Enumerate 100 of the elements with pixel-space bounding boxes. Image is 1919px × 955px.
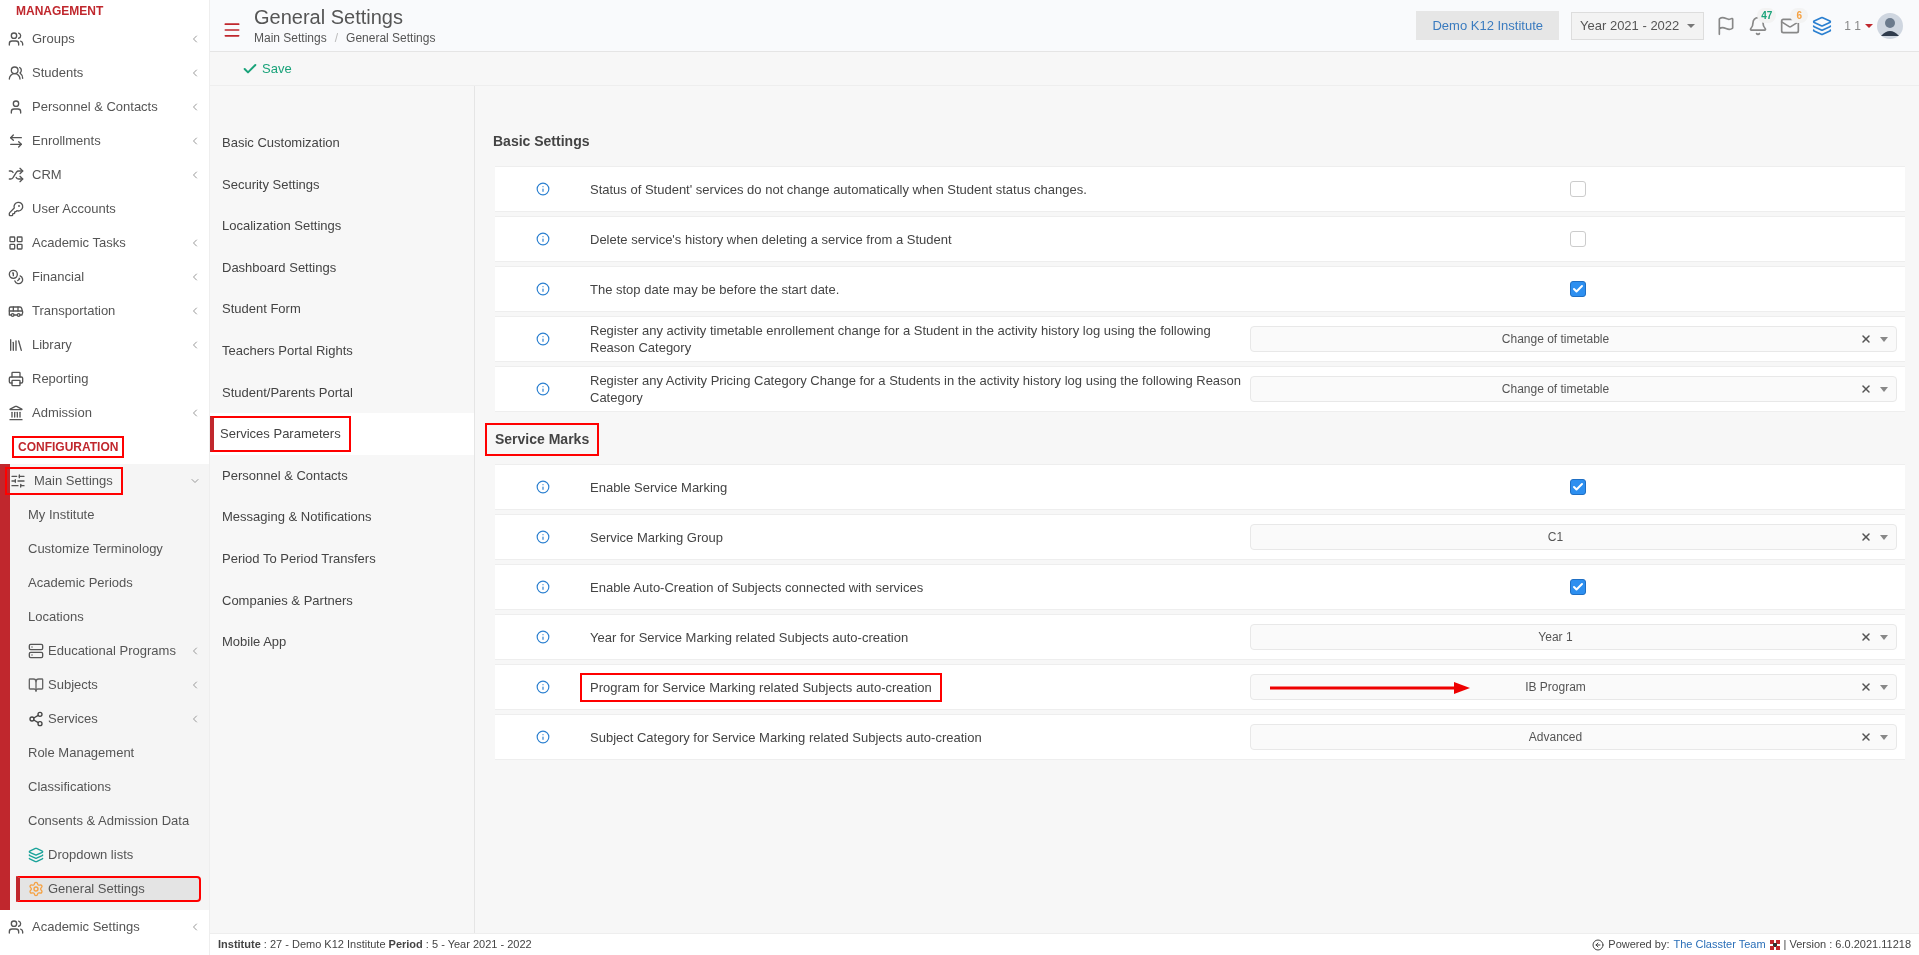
- submenu-item[interactable]: General Settings: [16, 876, 201, 902]
- clear-icon[interactable]: [1860, 681, 1872, 693]
- select-field[interactable]: Change of timetable: [1250, 376, 1897, 402]
- sidebar-item[interactable]: Enrollments: [8, 127, 101, 155]
- item-icon: [10, 473, 26, 489]
- submenu-item[interactable]: Dropdown lists: [16, 842, 134, 868]
- info-icon[interactable]: [535, 680, 550, 694]
- sidebar-item[interactable]: Personnel & Contacts: [8, 93, 158, 121]
- clear-icon[interactable]: [1860, 631, 1872, 643]
- setting-label: Service Marking Group: [590, 528, 723, 546]
- page-title: General Settings: [254, 4, 404, 29]
- version-label: | Version : 6.0.2021.11218: [1783, 937, 1911, 953]
- submenu-item[interactable]: Academic Periods: [16, 570, 133, 596]
- caret-icon: [1865, 23, 1873, 28]
- select-field[interactable]: C1: [1250, 524, 1897, 550]
- info-icon[interactable]: [535, 580, 550, 594]
- setting-label: The stop date may be before the start date.: [590, 280, 840, 298]
- section-title: CONFIGURATION: [12, 436, 125, 458]
- info-icon[interactable]: [535, 382, 550, 396]
- breadcrumb-item: General Settings: [346, 29, 436, 47]
- item-icon: [8, 303, 24, 319]
- info-icon[interactable]: [535, 182, 550, 196]
- info-icon[interactable]: [535, 232, 550, 246]
- select-field[interactable]: Advanced: [1250, 724, 1897, 750]
- team-link[interactable]: The Classter Team: [1673, 936, 1766, 953]
- checkbox[interactable]: [1569, 579, 1586, 595]
- info-icon[interactable]: [535, 332, 550, 346]
- setting-label: Register any activity timetable enrollement change for a Student in the activity history log using the following Reason Category: [590, 322, 1212, 356]
- clear-icon[interactable]: [1860, 731, 1872, 743]
- submenu-item[interactable]: Services: [16, 706, 98, 732]
- check-icon: [1571, 581, 1584, 593]
- submenu-item[interactable]: Educational Programs: [16, 638, 176, 664]
- settings-nav-item[interactable]: Period To Period Transfers: [212, 540, 386, 577]
- settings-nav-item[interactable]: Messaging & Notifications: [212, 499, 382, 536]
- breadcrumb-separator: /: [334, 29, 339, 47]
- sidebar-item[interactable]: CRM: [8, 161, 62, 189]
- settings-nav-item[interactable]: Localization Settings: [212, 208, 352, 244]
- sidebar-item[interactable]: Academic Tasks: [8, 229, 126, 257]
- sidebar-item[interactable]: User Accounts: [8, 195, 116, 223]
- sidebar-item[interactable]: Financial: [8, 263, 85, 291]
- settings-nav-item[interactable]: Student/Parents Portal: [212, 374, 363, 411]
- year-dropdown[interactable]: Year 2021 - 2022: [1571, 11, 1705, 40]
- count-badge: 47: [1757, 7, 1777, 23]
- caret-icon: [1880, 734, 1888, 740]
- clear-icon[interactable]: [1860, 333, 1872, 345]
- breadcrumb-item[interactable]: Main Settings: [254, 28, 327, 47]
- submenu-item[interactable]: Classifications: [16, 774, 112, 800]
- item-icon: [28, 847, 44, 863]
- item-icon: [8, 235, 24, 251]
- clear-icon[interactable]: [1860, 531, 1872, 543]
- sidebar-item[interactable]: Groups: [8, 25, 75, 53]
- settings-nav-item[interactable]: Teachers Portal Rights: [212, 332, 363, 369]
- setting-label: Year for Service Marking related Subjects auto-creation: [590, 628, 909, 646]
- info-icon[interactable]: [535, 530, 550, 544]
- settings-nav-item[interactable]: Mobile App: [212, 623, 297, 660]
- select-field[interactable]: Year 1: [1250, 624, 1897, 650]
- select-field[interactable]: IB Program: [1250, 674, 1897, 700]
- item-icon: [28, 711, 44, 727]
- select-field[interactable]: Change of timetable: [1250, 326, 1897, 352]
- item-icon: [8, 919, 24, 935]
- group-heading: Service Marks: [485, 422, 600, 456]
- settings-nav-item[interactable]: Basic Customization: [212, 124, 350, 161]
- caret-icon: [1880, 534, 1888, 540]
- footer-info: Institute : 27 - Demo K12 Institute Period : 5 - Year 2021 - 2022: [218, 937, 532, 953]
- sidebar-item[interactable]: Main Settings: [5, 467, 123, 495]
- submenu-item[interactable]: My Institute: [16, 502, 95, 528]
- info-icon[interactable]: [535, 282, 550, 296]
- submenu-item[interactable]: Locations: [16, 604, 84, 630]
- settings-nav-item[interactable]: Personnel & Contacts: [212, 457, 358, 494]
- submenu-item[interactable]: Consents & Admission Data: [16, 808, 190, 834]
- item-icon: [8, 31, 24, 47]
- sidebar-item[interactable]: Students: [8, 59, 84, 87]
- settings-nav-item[interactable]: Companies & Partners: [212, 582, 363, 619]
- checkbox[interactable]: [1569, 479, 1586, 495]
- section-title: MANAGEMENT: [15, 3, 105, 20]
- submenu-item[interactable]: Subjects: [16, 672, 98, 698]
- sidebar-item[interactable]: Library: [8, 331, 72, 359]
- item-icon: [8, 201, 24, 217]
- clear-icon[interactable]: [1860, 383, 1872, 395]
- flag-icon[interactable]: [1716, 15, 1737, 36]
- checkbox[interactable]: [1569, 281, 1586, 297]
- caret-icon: [1880, 386, 1888, 392]
- submenu-item[interactable]: Role Management: [16, 740, 135, 766]
- info-icon[interactable]: [535, 630, 550, 644]
- settings-nav-item[interactable]: Dashboard Settings: [212, 249, 347, 286]
- avatar[interactable]: [1877, 12, 1903, 39]
- setting-label: Subject Category for Service Marking related Subjects auto-creation: [590, 728, 982, 746]
- info-icon[interactable]: [535, 730, 550, 744]
- sidebar-item[interactable]: Admission: [8, 399, 92, 427]
- settings-nav-item[interactable]: Services Parameters: [210, 415, 351, 452]
- item-icon: [8, 167, 24, 183]
- submenu-item[interactable]: Customize Terminology: [16, 536, 163, 562]
- institute-button[interactable]: Demo K12 Institute: [1416, 11, 1560, 40]
- settings-nav-item[interactable]: Security Settings: [212, 166, 330, 203]
- info-icon[interactable]: [535, 480, 550, 494]
- sidebar-item[interactable]: Reporting: [8, 365, 89, 393]
- setting-label: Register any Activity Pricing Category Change for a Students in the activity history log using the following Reason Category: [590, 372, 1243, 406]
- sidebar-item[interactable]: Transportation: [8, 297, 116, 325]
- sidebar-item[interactable]: Academic Settings: [8, 913, 140, 941]
- settings-nav-item[interactable]: Student Form: [212, 291, 311, 328]
